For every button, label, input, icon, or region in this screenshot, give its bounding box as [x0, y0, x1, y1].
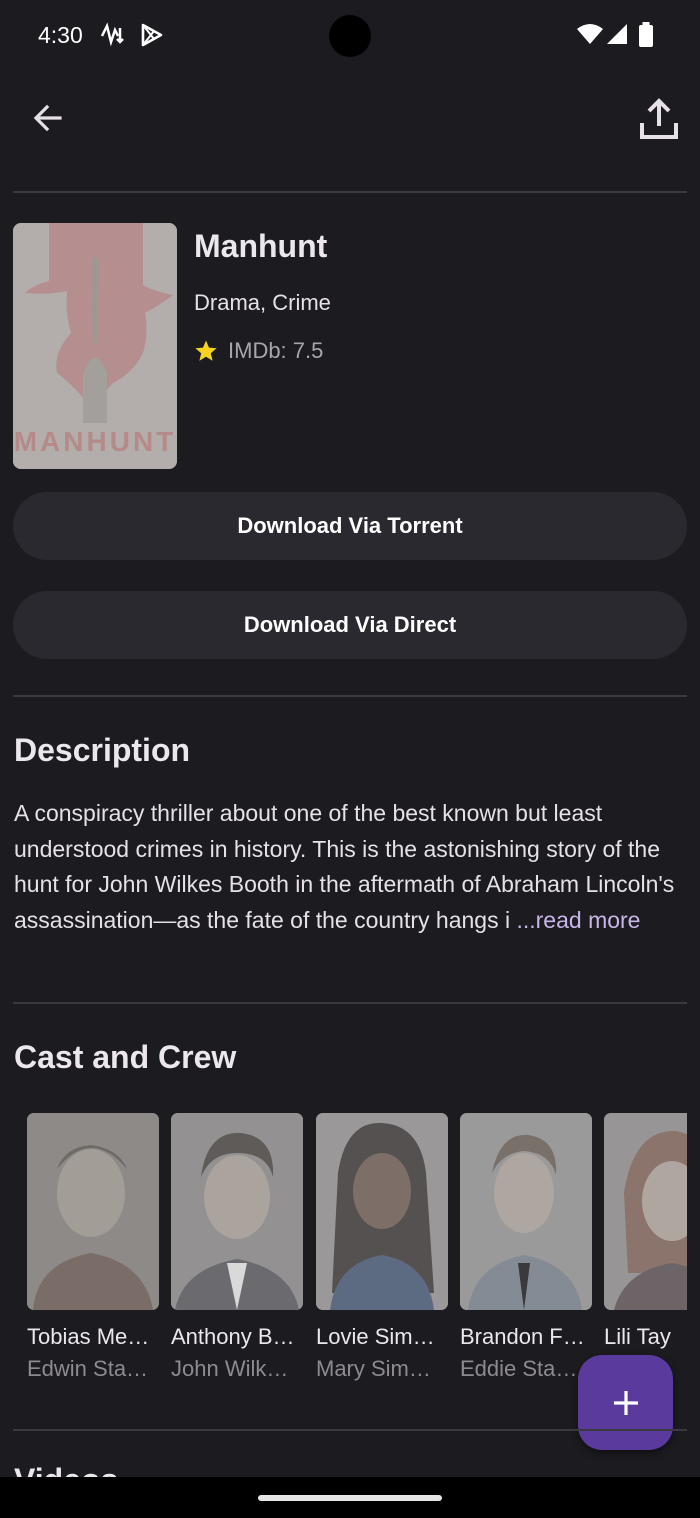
read-more-link[interactable]: ...read more: [516, 907, 640, 933]
cast-photo: [460, 1113, 592, 1310]
cast-role: Edwin Sta…: [27, 1356, 149, 1381]
cast-list[interactable]: Tobias Me… Edwin Sta… Anthony B… John Wi…: [0, 1113, 687, 1403]
cast-role: John Wilk…: [171, 1356, 289, 1381]
cast-photo: [316, 1113, 448, 1310]
cast-card[interactable]: Lovie Sim… Mary Sim…: [316, 1113, 448, 1382]
plus-icon: [613, 1390, 638, 1415]
movie-poster[interactable]: MANHUNT: [13, 223, 177, 469]
star-icon: [195, 340, 217, 361]
back-arrow-icon[interactable]: [32, 102, 64, 139]
divider: [13, 695, 687, 697]
cast-heading: Cast and Crew: [14, 1039, 237, 1075]
description-text: A conspiracy thriller about one of the b…: [14, 796, 690, 938]
status-bar: 4:30: [0, 0, 700, 72]
poster-title-text: MANHUNT: [14, 426, 177, 457]
cast-card[interactable]: Lili Tay …To: [604, 1113, 687, 1382]
cast-role: Mary Sim…: [316, 1356, 431, 1381]
rating-text: IMDb: 7.5: [228, 338, 324, 363]
movie-title: Manhunt: [194, 228, 328, 264]
cast-name: Lovie Sim…: [316, 1324, 435, 1349]
cast-name: Brandon F…: [460, 1324, 585, 1349]
download-torrent-label: Download Via Torrent: [237, 513, 463, 538]
wifi-icon: [576, 22, 604, 51]
play-store-icon: [139, 22, 165, 53]
cast-name: Lili Tay: [604, 1324, 671, 1349]
cast-card[interactable]: Tobias Me… Edwin Sta…: [27, 1113, 159, 1382]
cast-photo: [171, 1113, 303, 1310]
description-heading: Description: [14, 732, 191, 768]
data-activity-icon: [99, 22, 127, 53]
divider: [13, 191, 687, 193]
cast-name: Tobias Me…: [27, 1324, 150, 1349]
camera-cutout: [329, 15, 371, 57]
signal-icon: [605, 22, 629, 51]
divider: [13, 1002, 687, 1004]
download-direct-button[interactable]: Download Via Direct: [13, 591, 687, 659]
battery-icon: [638, 22, 654, 53]
divider: [13, 1429, 687, 1431]
movie-genres: Drama, Crime: [194, 290, 331, 315]
cast-card[interactable]: Brandon F… Eddie Sta…: [460, 1113, 592, 1382]
status-time: 4:30: [38, 22, 83, 48]
cast-card[interactable]: Anthony B… John Wilk…: [171, 1113, 303, 1382]
add-fab-button[interactable]: [578, 1355, 673, 1450]
home-gesture-handle[interactable]: [258, 1495, 442, 1501]
system-nav-bar: [0, 1477, 700, 1518]
movie-rating: IMDb: 7.5: [194, 338, 323, 364]
cast-photo: [27, 1113, 159, 1310]
cast-name: Anthony B…: [171, 1324, 295, 1349]
cast-role: Eddie Sta…: [460, 1356, 578, 1381]
download-direct-label: Download Via Direct: [243, 612, 457, 637]
download-torrent-button[interactable]: Download Via Torrent: [13, 492, 687, 560]
videos-heading: Videos: [14, 1462, 118, 1478]
cast-photo: [604, 1113, 687, 1310]
share-upload-icon[interactable]: [639, 96, 679, 147]
